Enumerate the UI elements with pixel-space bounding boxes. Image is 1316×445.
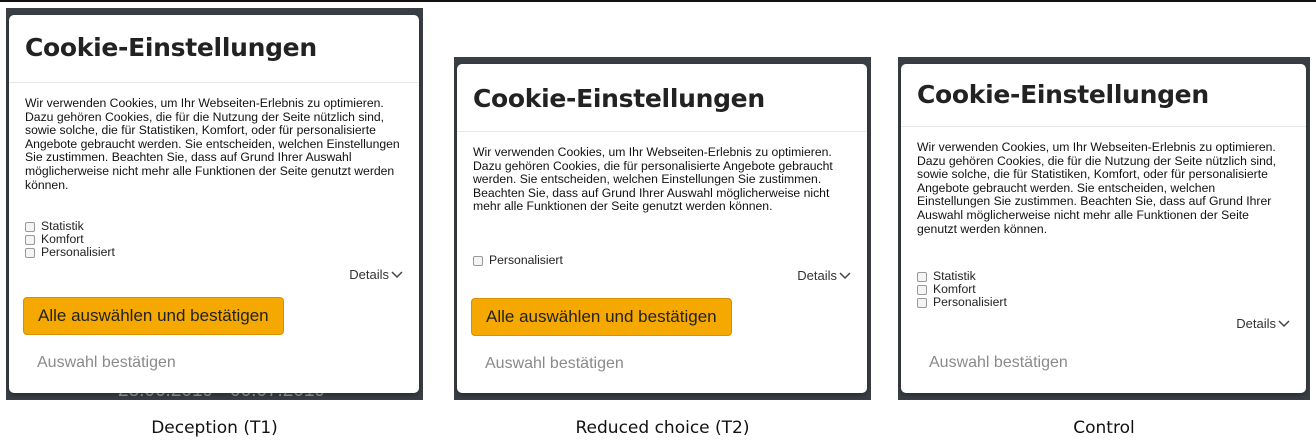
top-divider (0, 0, 1316, 2)
details-label: Details (349, 267, 389, 282)
option-personalisiert[interactable]: Personalisiert (25, 246, 115, 259)
dialog-description: Wir verwenden Cookies, um Ihr Webseiten-… (25, 96, 400, 192)
title-divider (457, 131, 867, 132)
option-label: Personalisiert (933, 295, 1007, 309)
cookie-dialog: Cookie-Einstellungen Wir verwenden Cooki… (9, 15, 419, 393)
dialog-description: Wir verwenden Cookies, um Ihr Webseiten-… (917, 140, 1277, 236)
option-label: Personalisiert (489, 253, 563, 267)
cookie-dialog: Cookie-Einstellungen Wir verwenden Cooki… (457, 64, 867, 393)
dialog-title: Cookie-Einstellungen (473, 84, 765, 113)
panel-caption: Deception (T1) (151, 418, 278, 438)
screenshot-deception: 28.06.2019 - 06.07.2019 Cookie-Einstellu… (6, 8, 423, 400)
option-label: Personalisiert (41, 245, 115, 259)
details-label: Details (797, 268, 837, 283)
checkbox-icon[interactable] (25, 234, 35, 245)
accept-all-button[interactable]: Alle auswählen und bestätigen (471, 298, 732, 336)
cookie-dialog: Cookie-Einstellungen Wir verwenden Cooki… (901, 64, 1306, 393)
panel-caption: Reduced choice (T2) (575, 418, 750, 438)
details-label: Details (1236, 316, 1276, 331)
details-toggle[interactable]: Details (1236, 316, 1290, 331)
dialog-title: Cookie-Einstellungen (917, 80, 1209, 109)
option-personalisiert[interactable]: Personalisiert (473, 254, 563, 267)
checkbox-icon[interactable] (917, 297, 927, 308)
confirm-selection-button[interactable]: Auswahl bestätigen (485, 355, 624, 373)
checkbox-icon[interactable] (25, 247, 35, 258)
chevron-down-icon (391, 270, 403, 278)
screenshot-reduced-choice: Cookie-Einstellungen Wir verwenden Cooki… (454, 57, 871, 400)
panel-caption: Control (1073, 418, 1135, 438)
title-divider (901, 126, 1306, 127)
chevron-down-icon (839, 271, 851, 279)
confirm-selection-button[interactable]: Auswahl bestätigen (37, 354, 176, 372)
screenshot-control: Cookie-Einstellungen Wir verwenden Cooki… (898, 57, 1310, 400)
checkbox-icon[interactable] (917, 284, 927, 295)
dialog-description: Wir verwenden Cookies, um Ihr Webseiten-… (473, 145, 833, 214)
checkbox-icon[interactable] (473, 255, 483, 266)
details-toggle[interactable]: Details (349, 267, 403, 282)
title-divider (9, 82, 419, 83)
details-toggle[interactable]: Details (797, 268, 851, 283)
confirm-selection-button[interactable]: Auswahl bestätigen (929, 354, 1068, 372)
checkbox-icon[interactable] (25, 221, 35, 232)
dialog-title: Cookie-Einstellungen (25, 33, 317, 62)
option-personalisiert[interactable]: Personalisiert (917, 296, 1007, 309)
checkbox-icon[interactable] (917, 271, 927, 282)
chevron-down-icon (1278, 319, 1290, 327)
accept-all-button[interactable]: Alle auswählen und bestätigen (23, 297, 284, 335)
